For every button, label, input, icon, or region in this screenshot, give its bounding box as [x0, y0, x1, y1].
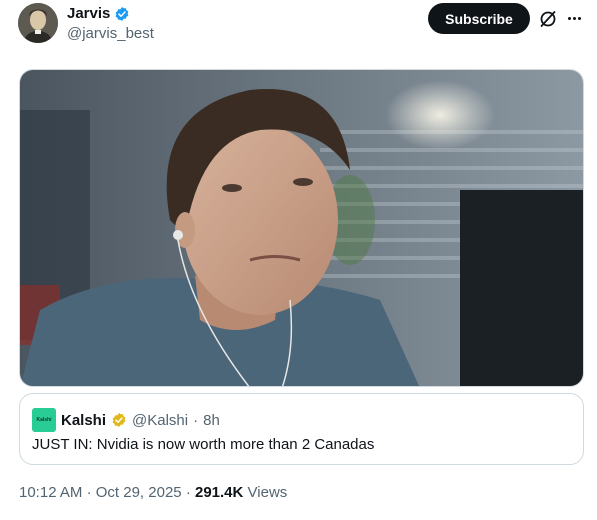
quoted-tweet-text: JUST IN: Nvidia is now worth more than 2…	[32, 436, 375, 453]
tweet-time[interactable]: 10:12 AM	[19, 484, 82, 501]
subscribe-button[interactable]: Subscribe	[428, 3, 530, 34]
verified-badge-icon	[116, 6, 129, 21]
dot	[567, 16, 571, 20]
tweet-date[interactable]: Oct 29, 2025	[96, 484, 182, 501]
quoted-author-name[interactable]: Kalshi	[61, 412, 106, 429]
author-name-text: Jarvis	[67, 5, 111, 22]
author-name[interactable]: Jarvis	[67, 5, 130, 22]
views-count[interactable]: 291.4K	[195, 484, 243, 501]
avatar-portrait	[18, 3, 58, 43]
quoted-tweet-header: Kalshi Kalshi @Kalshi · 8h	[32, 408, 220, 432]
footer-separator: ·	[86, 484, 92, 501]
author-avatar[interactable]	[18, 3, 58, 43]
kalshi-avatar[interactable]: Kalshi	[32, 408, 56, 432]
quoted-tweet-card[interactable]: Kalshi Kalshi @Kalshi · 8h JUST IN: Nvid…	[19, 393, 584, 465]
dot	[572, 16, 576, 20]
dot	[577, 16, 581, 20]
media-photo	[20, 70, 583, 386]
author-handle[interactable]: @jarvis_best	[67, 25, 154, 42]
tweet-media-image[interactable]	[19, 69, 584, 387]
quoted-tweet-time[interactable]: 8h	[203, 412, 220, 429]
gold-verified-badge-icon	[112, 413, 126, 427]
meta-separator: ·	[193, 411, 199, 429]
grok-icon[interactable]	[538, 9, 558, 29]
views-label: Views	[247, 484, 288, 501]
more-options-icon[interactable]	[565, 9, 583, 27]
tweet-footer: 10:12 AM · Oct 29, 2025 · 291.4K Views	[19, 484, 287, 501]
quoted-author-handle[interactable]: @Kalshi	[132, 412, 188, 429]
footer-separator: ·	[185, 484, 191, 501]
